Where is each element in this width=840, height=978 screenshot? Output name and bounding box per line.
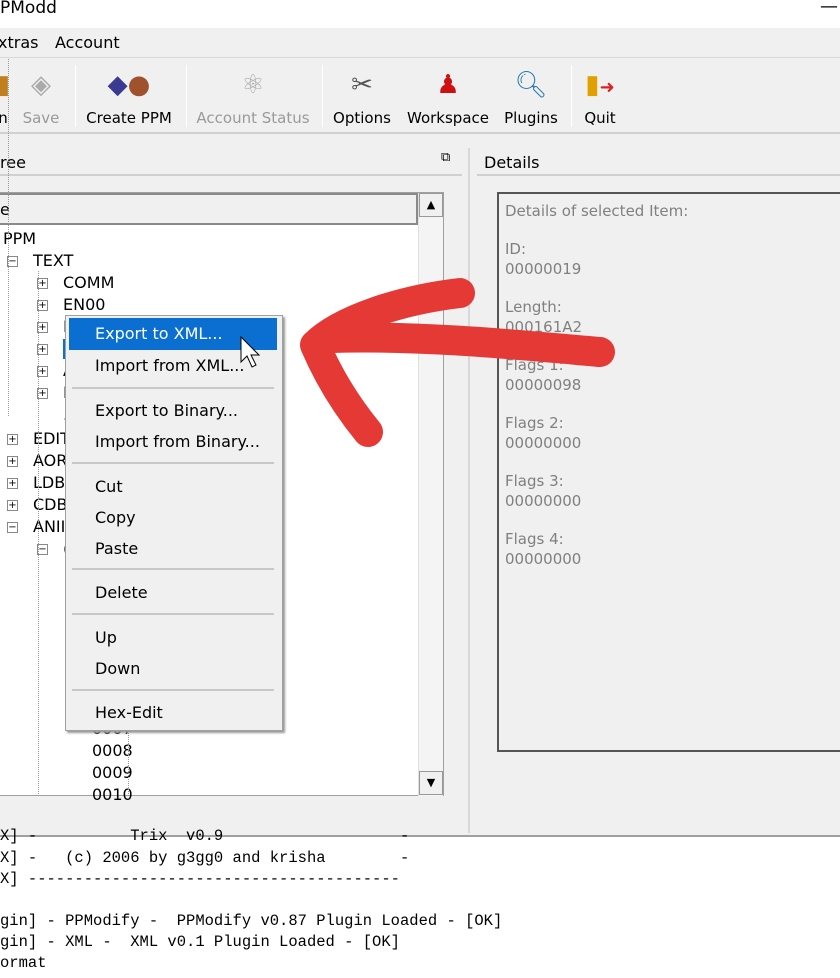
menu-item-cut[interactable]: Cut [69, 471, 277, 503]
menu-bar: xtras Account [0, 28, 840, 58]
details-pane-title: Details [484, 153, 540, 172]
detail-value: 00000000 [505, 492, 582, 510]
vertical-scrollbar[interactable]: ▲ ▼ [418, 193, 443, 796]
context-menu: Export to XML... Import from XML... Export… [65, 315, 283, 731]
collapse-icon[interactable]: − [7, 522, 18, 533]
expand-icon[interactable]: + [7, 456, 18, 467]
log-line: gin] - PPModify - PPModify v0.87 Plugin … [0, 912, 503, 930]
detail-label: Flags 4: [505, 530, 564, 548]
save-icon: ◈ [31, 70, 51, 100]
workspace-button[interactable]: ♟ Workspace [404, 59, 492, 131]
menu-separator [72, 568, 274, 570]
details-panel: Details of selected Item: ID: 00000019 Len… [497, 192, 840, 752]
menu-item-paste[interactable]: Paste [69, 533, 277, 565]
window-title: PModd [0, 0, 57, 18]
account-status-icon: ⚛ [241, 70, 265, 100]
expand-icon[interactable]: + [7, 478, 18, 489]
menu-item-export-to-xml[interactable]: Export to XML... [69, 318, 277, 350]
account-status-button[interactable]: ⚛ Account Status [193, 59, 313, 131]
quit-button[interactable]: ▮➜ Quit [578, 59, 622, 131]
detail-value: 000161A2 [505, 318, 583, 336]
tools-icon: ✂ [351, 70, 373, 100]
expand-icon[interactable]: + [7, 500, 18, 511]
log-line: X] - (c) 2006 by g3gg0 and krisha - [0, 849, 410, 867]
pane-splitter[interactable] [468, 148, 470, 833]
open-icon: ▮ [0, 70, 11, 100]
menu-separator [72, 689, 274, 691]
exit-door-icon: ▮➜ [585, 70, 615, 100]
detail-value: 00000019 [505, 260, 582, 278]
toolbar-separator [322, 65, 323, 127]
expand-icon[interactable]: + [7, 434, 18, 445]
menu-item-import-from-binary[interactable]: Import from Binary... [69, 426, 277, 458]
detail-label: Flags 1: [505, 356, 564, 374]
details-pane-header: Details [477, 150, 840, 176]
detail-value: 00000098 [505, 376, 582, 394]
tree-node[interactable]: EN00 [63, 295, 105, 314]
menu-extras[interactable]: xtras [0, 33, 38, 52]
detail-value: 00000000 [505, 434, 582, 452]
scroll-up-button[interactable]: ▲ [419, 193, 443, 217]
log-line: X] - Trix v0.9 - [0, 827, 410, 845]
toolbar-separator [75, 65, 76, 127]
menu-item-import-from-xml[interactable]: Import from XML... [69, 350, 277, 382]
detail-label: ID: [505, 240, 527, 258]
tree-column-header[interactable]: e [0, 193, 418, 225]
scroll-down-button[interactable]: ▼ [419, 771, 443, 795]
tree-node[interactable]: 0009 [92, 763, 133, 782]
create-ppm-icon: ◆● [107, 70, 151, 100]
person-icon: ♟ [436, 70, 460, 100]
menu-item-hex-edit[interactable]: Hex-Edit [69, 697, 277, 729]
toolbar: ▮ n ◈ Save ◆● Create PPM ⚛ Account Status ✂ O… [0, 59, 840, 134]
log-output: X] - Trix v0.9 - X] - (c) 2006 by g3gg0 a… [0, 827, 840, 978]
options-button[interactable]: ✂ Options [330, 59, 394, 131]
tree-node[interactable]: TEXT [33, 251, 73, 270]
menu-item-down[interactable]: Down [69, 653, 277, 685]
tree-node[interactable]: 0010 [92, 785, 133, 804]
minimize-button[interactable]: — [820, 0, 840, 17]
menu-separator [72, 387, 274, 389]
tree-line [8, 59, 9, 416]
log-line: X] -------------------------------------… [0, 870, 400, 888]
save-button[interactable]: ◈ Save [20, 59, 62, 131]
plugins-button[interactable]: 🔍︎ Plugins [501, 59, 561, 131]
tree-pane-title: ree [0, 153, 26, 172]
toolbar-separator [186, 65, 187, 127]
create-ppm-button[interactable]: ◆● Create PPM [82, 59, 176, 131]
menu-item-delete[interactable]: Delete [69, 577, 277, 609]
details-heading: Details of selected Item: [505, 202, 689, 220]
title-bar: PModd — [0, 0, 840, 28]
menu-item-up[interactable]: Up [69, 622, 277, 654]
magnifier-icon: 🔍︎ [514, 70, 548, 100]
tree-node[interactable]: 0008 [92, 741, 133, 760]
menu-item-copy[interactable]: Copy [69, 502, 277, 534]
tree-node[interactable]: COMM [63, 273, 114, 292]
menu-account[interactable]: Account [55, 33, 120, 52]
detail-label: Flags 3: [505, 472, 564, 490]
menu-separator [72, 613, 274, 615]
toolbar-separator [571, 65, 572, 127]
open-button[interactable]: ▮ n [0, 59, 12, 131]
tree-pane-header: ree ⧉ [0, 150, 462, 176]
menu-item-export-to-binary[interactable]: Export to Binary... [69, 395, 277, 427]
menu-separator [72, 462, 274, 464]
detail-value: 00000000 [505, 550, 582, 568]
log-line: gin] - XML - XML v0.1 Plugin Loaded - [O… [0, 933, 400, 951]
log-line: ormat [0, 954, 47, 972]
tree-line [38, 271, 39, 796]
restore-icon[interactable]: ⧉ [441, 150, 450, 165]
detail-label: Flags 2: [505, 414, 564, 432]
detail-label: Length: [505, 298, 562, 316]
